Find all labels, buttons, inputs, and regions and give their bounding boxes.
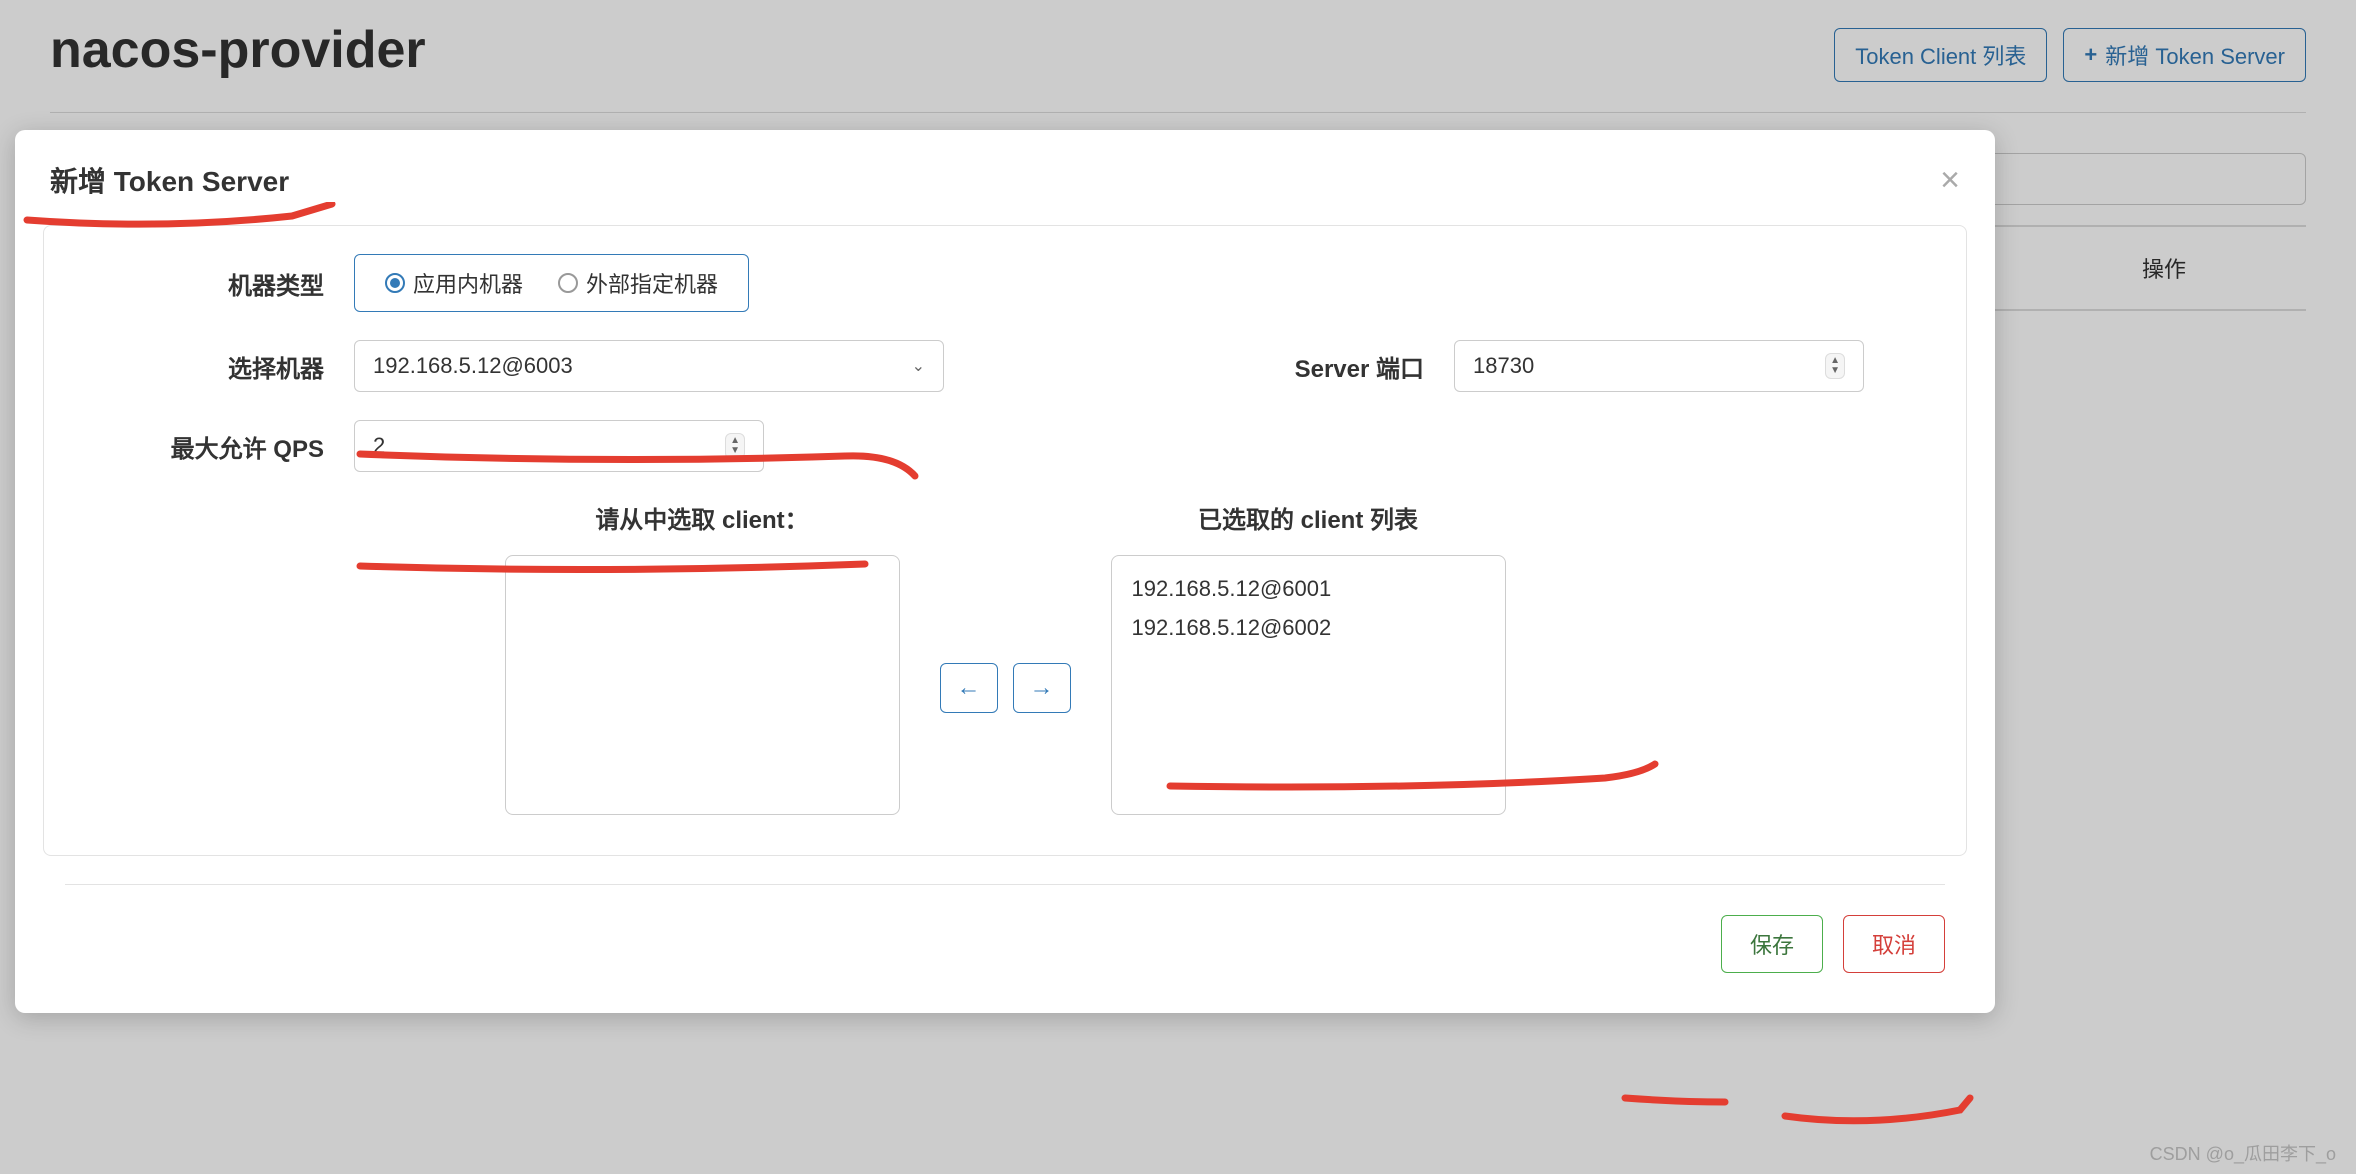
server-port-label: Server 端口 [1244,349,1424,384]
save-button[interactable]: 保存 [1721,915,1823,973]
chevron-down-icon: ⌄ [912,356,925,376]
machine-type-label: 机器类型 [104,266,324,301]
radio-external-machine[interactable]: 外部指定机器 [558,267,718,299]
input-value: 2 [373,433,385,459]
radio-internal-machine[interactable]: 应用内机器 [385,267,523,299]
arrow-right-icon: → [1030,674,1054,702]
input-value: 18730 [1473,353,1534,379]
max-qps-label: 最大允许 QPS [104,429,324,464]
radio-icon [558,273,578,293]
modal-title: 新增 Token Server [50,160,289,200]
stepper-icon[interactable]: ▲▼ [1825,353,1845,379]
arrow-left-icon: ← [957,674,981,702]
move-right-button[interactable]: → [1013,663,1071,713]
available-clients-label: 请从中选取 client： [595,500,808,535]
radio-label: 外部指定机器 [586,267,718,299]
select-value: 192.168.5.12@6003 [373,353,573,379]
server-port-input[interactable]: 18730 ▲▼ [1454,340,1864,392]
radio-icon [385,273,405,293]
stepper-icon[interactable]: ▲▼ [725,433,745,459]
max-qps-input[interactable]: 2 ▲▼ [354,420,764,472]
list-item[interactable]: 192.168.5.12@6001 [1132,570,1485,609]
move-left-button[interactable]: ← [940,663,998,713]
add-token-server-modal: 新增 Token Server × 机器类型 应用内机器 外部指定机器 [15,130,1995,1013]
select-machine-dropdown[interactable]: 192.168.5.12@6003 ⌄ [354,340,944,392]
watermark: CSDN @o_瓜田李下_o [2150,1140,2336,1166]
close-icon[interactable]: × [1940,163,1960,197]
select-machine-label: 选择机器 [104,349,324,384]
selected-clients-label: 已选取的 client 列表 [1198,500,1418,535]
available-clients-list[interactable] [505,555,900,815]
cancel-button[interactable]: 取消 [1843,915,1945,973]
radio-label: 应用内机器 [413,267,523,299]
machine-type-radio-group: 应用内机器 外部指定机器 [354,254,749,312]
list-item[interactable]: 192.168.5.12@6002 [1132,609,1485,648]
selected-clients-list[interactable]: 192.168.5.12@6001192.168.5.12@6002 [1111,555,1506,815]
